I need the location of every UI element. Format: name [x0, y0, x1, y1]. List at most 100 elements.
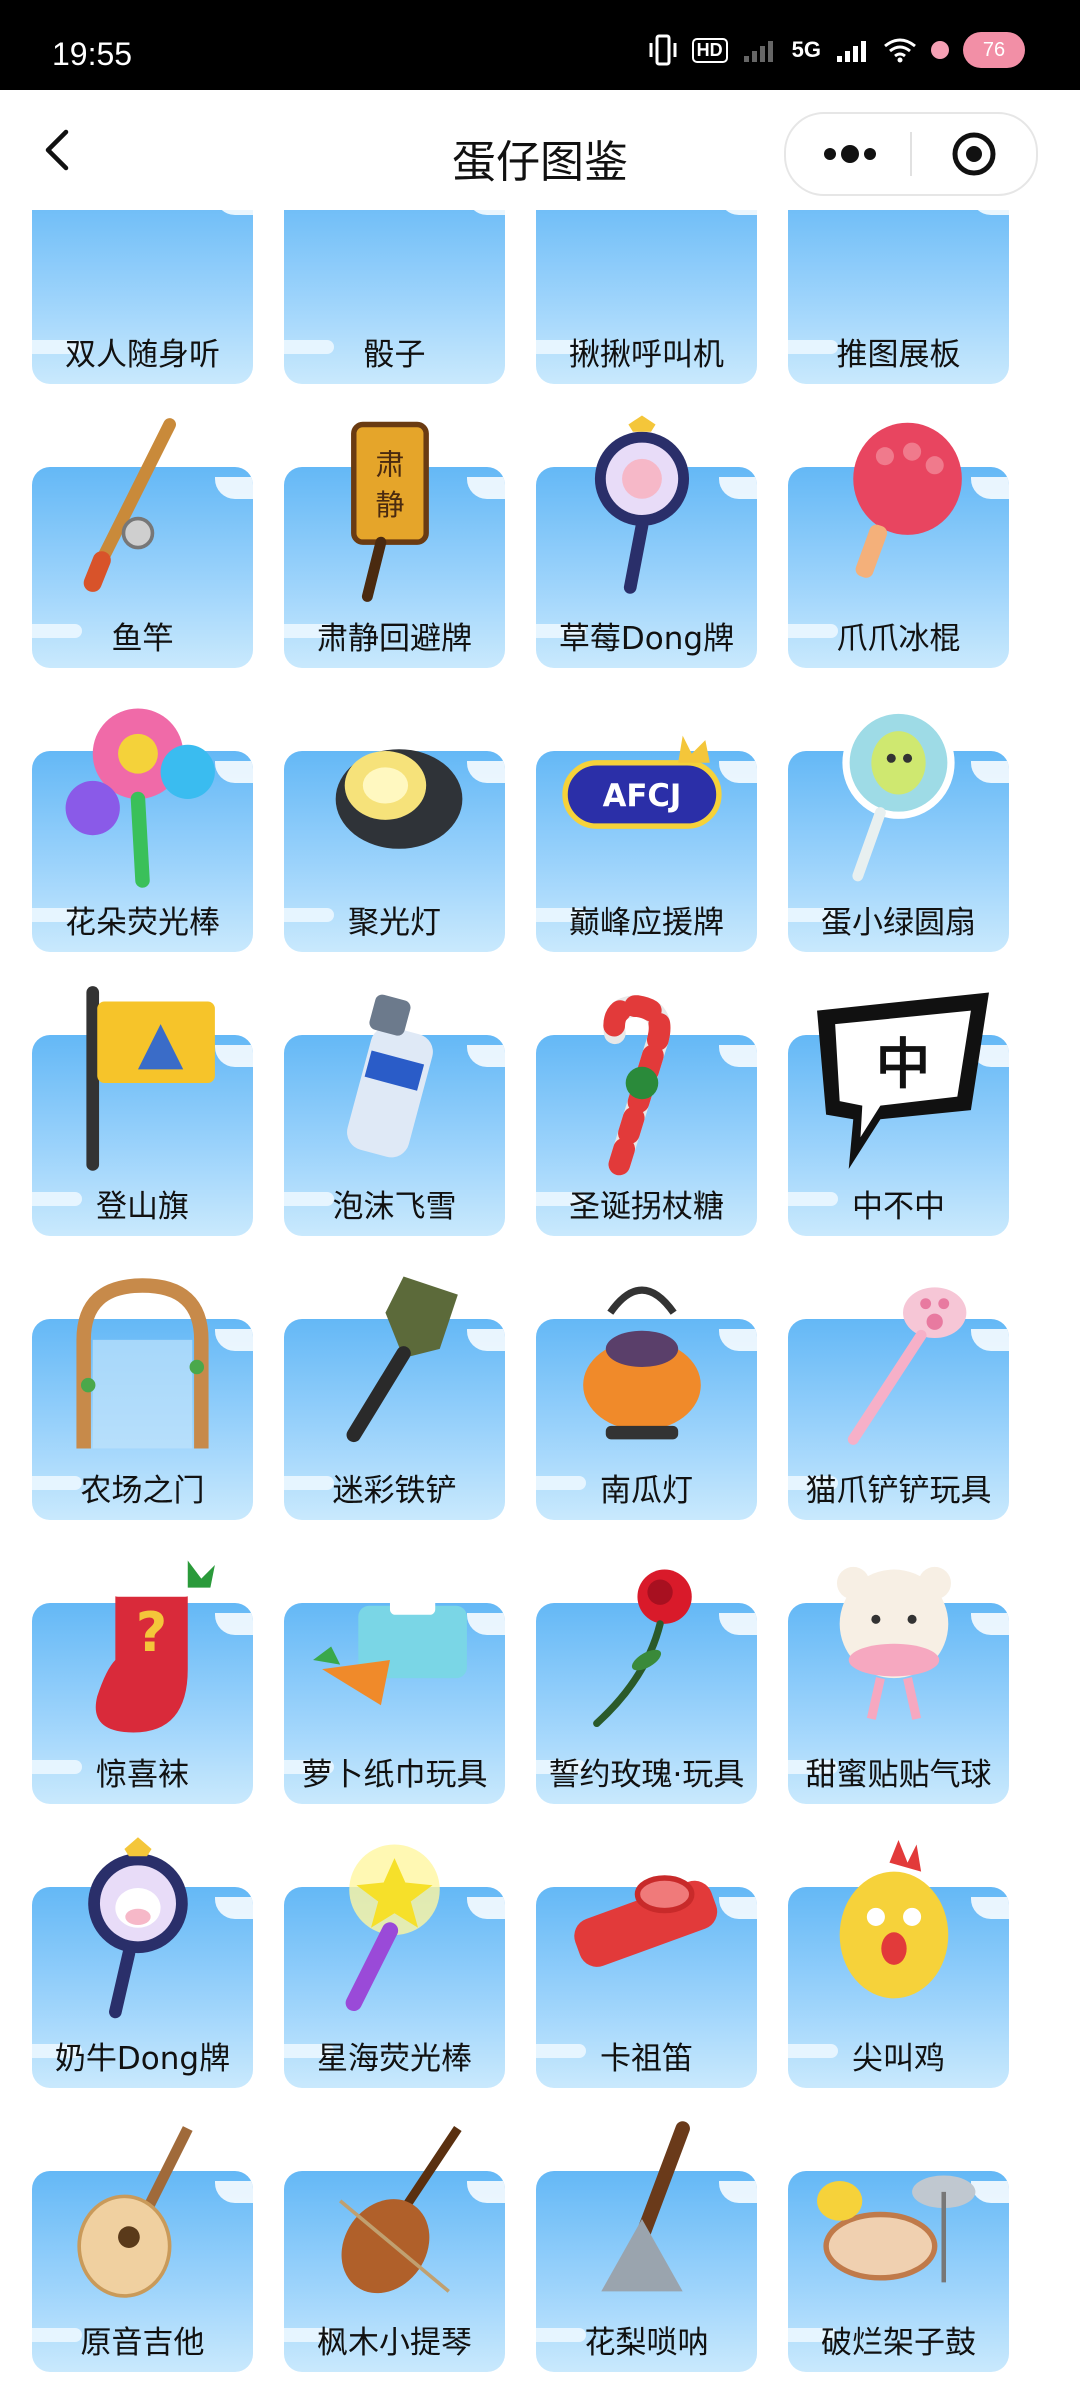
item-card[interactable]: 农场之门 [32, 1267, 253, 1520]
signal-weak-icon [743, 41, 773, 62]
item-card[interactable]: ? 惊喜袜 [32, 1551, 253, 1804]
notification-dot-icon [931, 41, 949, 59]
item-label: 草莓Dong牌 [558, 621, 735, 657]
earphones-icon [52, 210, 233, 331]
nav-bar: 蛋仔图鉴 [0, 90, 1080, 210]
item-card[interactable]: 泡沫飞雪 [284, 983, 505, 1236]
carrot-tissue-icon [313, 1587, 467, 1706]
more-button[interactable] [786, 114, 910, 194]
item-card[interactable]: 尖叫鸡 [788, 1835, 1009, 2088]
cheer-sign-icon: AFCJ [562, 735, 722, 829]
item-label: 猫爪铲铲玩具 [805, 1473, 992, 1509]
target-close-icon [952, 132, 996, 176]
item-card[interactable]: 推图展板 [788, 210, 1009, 384]
item-card[interactable]: 圣诞拐杖糖 [536, 983, 757, 1236]
screaming-chicken-icon [839, 1839, 949, 1999]
more-dots-icon [824, 145, 876, 163]
item-label: 聚光灯 [348, 905, 441, 941]
flower-glowstick-icon [65, 708, 215, 888]
item-card[interactable]: 鱼竿 [32, 415, 253, 668]
candy-cane-icon [603, 995, 671, 1176]
spotlight-icon [335, 749, 463, 849]
foam-spray-icon [347, 994, 433, 1158]
item-card[interactable]: 肃静肃静回避牌 [284, 415, 505, 668]
item-card[interactable]: 花朵荧光棒 [32, 699, 253, 952]
item-card[interactable]: 猫爪铲铲玩具 [788, 1267, 1009, 1520]
rose-icon [593, 1569, 692, 1728]
item-card[interactable]: 揪揪呼叫机 [536, 210, 757, 384]
svg-text:?: ? [136, 1601, 168, 1664]
item-card[interactable]: 誓约玫瑰·玩具 [536, 1551, 757, 1804]
violin-icon [339, 2125, 462, 2294]
silence-sign-icon: 肃静 [351, 421, 429, 602]
item-label: 南瓜灯 [600, 1473, 693, 1509]
item-card[interactable]: 破烂架子鼓 [788, 2119, 1009, 2372]
svg-text:中: 中 [876, 1032, 930, 1096]
item-card[interactable]: 中中不中 [788, 983, 1009, 1236]
item-card[interactable]: 花梨唢呐 [536, 2119, 757, 2372]
star-glowstick-icon [345, 1844, 440, 2012]
kazoo-icon [574, 1875, 718, 1967]
item-label: 卡祖笛 [600, 2041, 693, 2077]
item-card[interactable]: 爪爪冰棍 [788, 415, 1009, 668]
item-card[interactable]: 草莓Dong牌 [536, 415, 757, 668]
item-label: 爪爪冰棍 [836, 621, 961, 657]
item-label: 肃静回避牌 [317, 621, 472, 657]
svg-text:AFCJ: AFCJ [603, 778, 682, 814]
item-card[interactable]: 南瓜灯 [536, 1267, 757, 1520]
item-label: 破烂架子鼓 [821, 2325, 976, 2361]
close-mini-program-button[interactable] [912, 114, 1036, 194]
item-label: 骰子 [363, 337, 426, 373]
item-card[interactable]: 聚光灯 [284, 699, 505, 952]
wifi-icon [884, 38, 916, 63]
mountain-flag-icon [86, 986, 215, 1171]
item-label: 揪揪呼叫机 [569, 337, 724, 373]
item-card[interactable]: 迷彩铁铲 [284, 1267, 505, 1520]
item-card[interactable]: 萝卜纸巾玩具 [284, 1551, 505, 1804]
item-card[interactable]: 双人随身听 [32, 210, 253, 384]
network-type: 5G [791, 37, 821, 62]
item-card[interactable]: 骰子 [284, 210, 505, 384]
round-fan-icon [842, 706, 955, 882]
item-grid-scroll[interactable]: 双人随身听 骰子 揪揪呼叫机 推图展板 鱼竿肃静肃静回避牌 草莓Dong牌 爪爪冰棍 花朵荧光… [0, 210, 1080, 2388]
item-label: 圣诞拐杖糖 [569, 1189, 724, 1225]
item-card[interactable]: 星海荧光棒 [284, 1835, 505, 2088]
strawberry-dong-sign-icon [594, 415, 690, 594]
item-card[interactable]: 蛋小绿圆扇 [788, 699, 1009, 952]
guitar-icon [77, 2126, 193, 2298]
svg-text:静: 静 [375, 488, 404, 522]
pager-icon [556, 210, 737, 331]
suona-icon [601, 2121, 690, 2292]
item-label: 农场之门 [80, 1473, 205, 1509]
signal-strong-icon [837, 41, 866, 62]
item-label: 蛋小绿圆扇 [821, 905, 976, 941]
item-card[interactable]: 原音吉他 [32, 2119, 253, 2372]
item-card[interactable]: AFCJ 巅峰应援牌 [536, 699, 757, 952]
cat-paw-scoop-icon [847, 1287, 967, 1445]
item-label: 星海荧光棒 [317, 2041, 472, 2077]
item-label: 誓约玫瑰·玩具 [548, 1757, 745, 1793]
item-label: 双人随身听 [65, 337, 220, 373]
status-time: 19:55 [52, 36, 133, 72]
pumpkin-lantern-icon [583, 1286, 701, 1440]
item-label: 花梨唢呐 [584, 2325, 709, 2361]
item-card[interactable]: 卡祖笛 [536, 1835, 757, 2088]
item-card[interactable]: 枫木小提琴 [284, 2119, 505, 2372]
item-label: 泡沫飞雪 [332, 1189, 457, 1225]
display-board-icon [808, 210, 989, 331]
mini-program-capsule [784, 112, 1038, 196]
item-label: 奶牛Dong牌 [54, 2041, 231, 2077]
item-card[interactable]: 奶牛Dong牌 [32, 1835, 253, 2088]
vibrate-icon [649, 34, 677, 66]
camo-shovel-icon [346, 1276, 458, 1443]
item-card[interactable]: 甜蜜贴贴气球 [788, 1551, 1009, 1804]
item-label: 巅峰应援牌 [569, 905, 724, 941]
item-label: 中不中 [852, 1189, 945, 1225]
item-label: 原音吉他 [80, 2325, 205, 2361]
paw-popsicle-icon [853, 422, 962, 578]
svg-text:肃: 肃 [375, 447, 404, 481]
item-card[interactable]: 登山旗 [32, 983, 253, 1236]
cow-dong-sign-icon [88, 1837, 188, 2019]
item-label: 花朵荧光棒 [65, 905, 220, 941]
item-label: 惊喜袜 [96, 1757, 189, 1793]
